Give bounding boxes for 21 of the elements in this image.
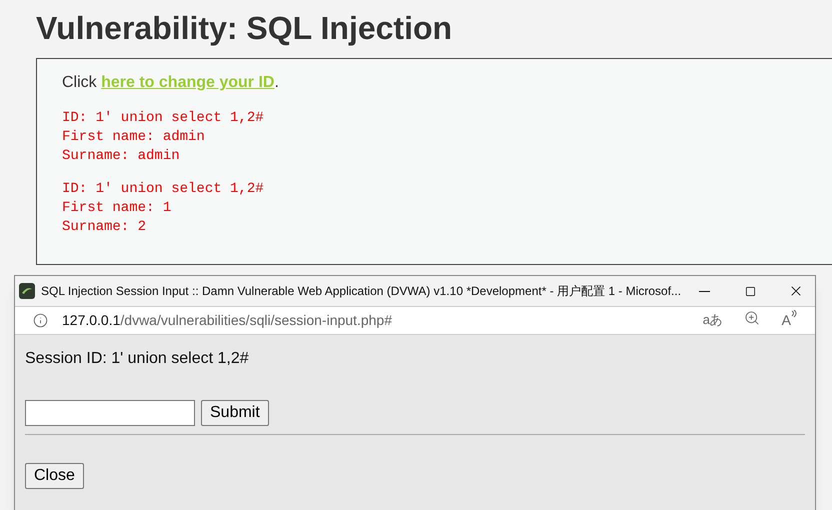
address-bar[interactable]: 127.0.0.1/dvwa/vulnerabilities/sqli/session-input.php# aあ A: [15, 306, 815, 335]
intro-text: Click here to change your ID.: [62, 73, 280, 93]
session-text: Session ID: 1' union select 1,2#: [25, 349, 250, 369]
url-text: 127.0.0.1/dvwa/vulnerabilities/sqli/session-input.php#: [62, 311, 392, 330]
window-title: SQL Injection Session Input :: Damn Vulnerable Web Application (DVWA) v1.10 *Development* - 用户配置 1 - Microsof...: [41, 283, 682, 300]
result-line: Surname: 2: [62, 218, 146, 237]
translate-icon[interactable]: aあ: [702, 310, 722, 331]
minimize-icon: [698, 290, 710, 292]
session-input-field[interactable]: [25, 400, 195, 426]
result-line: First name: 1: [62, 199, 172, 218]
result-line: ID: 1' union select 1,2#: [62, 109, 264, 128]
result-line: ID: 1' union select 1,2#: [62, 180, 264, 199]
info-icon[interactable]: [33, 313, 48, 328]
close-button[interactable]: Close: [25, 463, 84, 489]
browser-logo-icon: [19, 283, 35, 299]
result-line: First name: admin: [62, 128, 205, 147]
page-heading: Vulnerability: SQL Injection: [36, 9, 454, 48]
result-line: Surname: admin: [62, 147, 180, 166]
maximize-icon: [744, 286, 756, 296]
submit-button[interactable]: Submit: [201, 400, 269, 426]
zoom-icon[interactable]: [744, 310, 760, 326]
